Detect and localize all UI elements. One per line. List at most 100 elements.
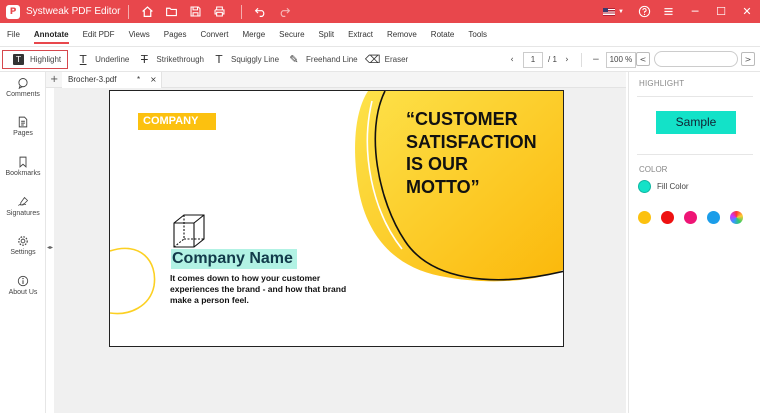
bookmark-icon <box>17 156 29 168</box>
sidebar-item-bookmarks[interactable]: Bookmarks <box>0 156 46 177</box>
quote-line: “CUSTOMER <box>406 109 518 129</box>
color-swatch-blue[interactable] <box>707 211 720 224</box>
underline-tool-button[interactable]: T Underline <box>77 49 130 69</box>
language-flag-icon[interactable] <box>603 7 616 16</box>
document-canvas[interactable]: COMPANY Company Name It comes down to ho… <box>54 88 626 413</box>
menu-rotate[interactable]: Rotate <box>431 23 455 47</box>
next-page-icon[interactable]: › <box>561 55 573 65</box>
current-page-input[interactable]: 1 <box>523 51 543 68</box>
title-separator <box>128 4 130 19</box>
redo-icon[interactable] <box>274 2 294 22</box>
menu-convert[interactable]: Convert <box>200 23 228 47</box>
eraser-tool-button[interactable]: ⌫ Eraser <box>364 49 409 69</box>
menu-merge[interactable]: Merge <box>242 23 265 47</box>
fill-color-option[interactable]: Fill Color <box>638 180 689 193</box>
previous-page-icon[interactable]: ‹ <box>506 55 518 65</box>
fill-color-swatch[interactable] <box>638 180 651 193</box>
menu-split[interactable]: Split <box>319 23 335 47</box>
color-swatch-red[interactable] <box>661 211 674 224</box>
close-window-button[interactable]: ✕ <box>734 0 760 23</box>
search-prev-icon[interactable]: < <box>636 52 650 66</box>
sidebar-item-pages[interactable]: Pages <box>0 116 46 137</box>
tool-label: Freehand Line <box>306 54 358 64</box>
description-line: It comes down to how your customer <box>170 273 321 283</box>
description-line: make a person feel. <box>170 295 249 305</box>
pdf-page[interactable]: COMPANY Company Name It comes down to ho… <box>109 90 564 347</box>
color-swatch-pink[interactable] <box>684 211 697 224</box>
save-icon[interactable] <box>185 2 205 22</box>
zoom-out-icon[interactable]: − <box>590 55 602 65</box>
page-navigator: ‹ 1 / 1 › − 100 % + <box>506 50 652 69</box>
color-swatches <box>638 211 753 224</box>
highlight-section-header: HIGHLIGHT <box>639 79 685 88</box>
search-next-icon[interactable]: > <box>741 52 755 66</box>
document-tab-bar: + Brocher-3.pdf * × <box>46 72 626 88</box>
description-line: experiences the brand - and how that bra… <box>170 284 347 294</box>
open-folder-icon[interactable] <box>161 2 181 22</box>
chevron-down-icon[interactable]: ▼ <box>618 9 624 15</box>
sidebar-item-label: Comments <box>6 91 40 98</box>
zoom-level-input[interactable]: 100 % <box>605 51 636 68</box>
sidebar-item-about-us[interactable]: About Us <box>0 275 46 296</box>
freehand-line-tool-button[interactable]: ✎ Freehand Line <box>288 49 358 69</box>
help-icon[interactable] <box>634 2 654 22</box>
menu-annotate[interactable]: Annotate <box>33 23 69 47</box>
toolbar-separator <box>580 52 582 67</box>
pages-icon <box>17 116 29 128</box>
highlight-sample-preview: Sample <box>656 111 736 134</box>
menu-bar: File Annotate Edit PDF Views Pages Conve… <box>0 23 760 47</box>
unsaved-indicator: * <box>137 75 141 84</box>
text-strikethrough-icon: T <box>141 52 148 66</box>
tool-label: Squiggly Line <box>230 54 280 64</box>
squiggly-line-tool-button[interactable]: T Squiggly Line <box>213 49 279 69</box>
minimize-button[interactable]: ─ <box>682 0 708 23</box>
sidebar-item-label: Signatures <box>6 210 40 217</box>
eraser-icon: ⌫ <box>364 52 381 66</box>
title-bar: P Systweak PDF Editor ▼ ─ ☐ ✕ <box>0 0 760 23</box>
menu-extract[interactable]: Extract <box>348 23 373 47</box>
sidebar-item-signatures[interactable]: Signatures <box>0 196 46 217</box>
comments-icon <box>17 77 29 90</box>
menu-views[interactable]: Views <box>129 23 150 47</box>
strikethrough-tool-button[interactable]: T Strikethrough <box>138 49 204 69</box>
home-icon[interactable] <box>137 2 157 22</box>
print-icon[interactable] <box>209 2 229 22</box>
menu-remove[interactable]: Remove <box>387 23 417 47</box>
highlight-tool-button[interactable]: T Highlight <box>2 49 69 69</box>
tool-label: Eraser <box>384 54 409 64</box>
menu-icon[interactable] <box>658 2 678 22</box>
maximize-button[interactable]: ☐ <box>708 0 734 23</box>
sidebar-item-comments[interactable]: Comments <box>0 77 46 98</box>
document-tab[interactable]: Brocher-3.pdf * × <box>62 72 162 88</box>
sidebar-item-label: About Us <box>8 289 38 296</box>
company-name-text[interactable]: Company Name <box>171 249 297 269</box>
description-text[interactable]: It comes down to how your customer exper… <box>170 273 380 306</box>
quote-line: SATISFACTION <box>406 131 537 152</box>
properties-panel: HIGHLIGHT Sample COLOR Fill Color <box>628 72 760 413</box>
undo-icon[interactable] <box>250 2 270 22</box>
fill-color-label: Fill Color <box>657 182 689 191</box>
cube-icon <box>173 214 205 248</box>
divider <box>637 96 753 97</box>
sidebar-collapse-handle[interactable]: ◂▸ <box>46 244 54 251</box>
app-logo: P <box>6 4 20 19</box>
close-tab-icon[interactable]: × <box>150 72 157 88</box>
total-pages: / 1 <box>548 55 557 64</box>
tool-label: Highlight <box>30 54 62 64</box>
new-tab-button[interactable]: + <box>50 74 58 85</box>
search-input[interactable] <box>654 51 738 67</box>
menu-pages[interactable]: Pages <box>164 23 187 47</box>
menu-edit-pdf[interactable]: Edit PDF <box>83 23 115 47</box>
divider <box>637 154 753 155</box>
sidebar-item-settings[interactable]: Settings <box>0 235 46 256</box>
quote-text[interactable]: “CUSTOMER SATISFACTION IS OUR MOTTO” <box>406 108 537 198</box>
color-swatch-yellow[interactable] <box>638 211 651 224</box>
yellow-outline-arc <box>110 247 156 315</box>
menu-secure[interactable]: Secure <box>279 23 304 47</box>
custom-color-picker-icon[interactable] <box>730 211 743 224</box>
quote-line: IS OUR <box>406 154 469 174</box>
menu-file[interactable]: File <box>7 23 20 47</box>
menu-tools[interactable]: Tools <box>468 23 487 47</box>
sidebar-item-label: Pages <box>13 130 33 137</box>
title-separator <box>241 4 243 19</box>
